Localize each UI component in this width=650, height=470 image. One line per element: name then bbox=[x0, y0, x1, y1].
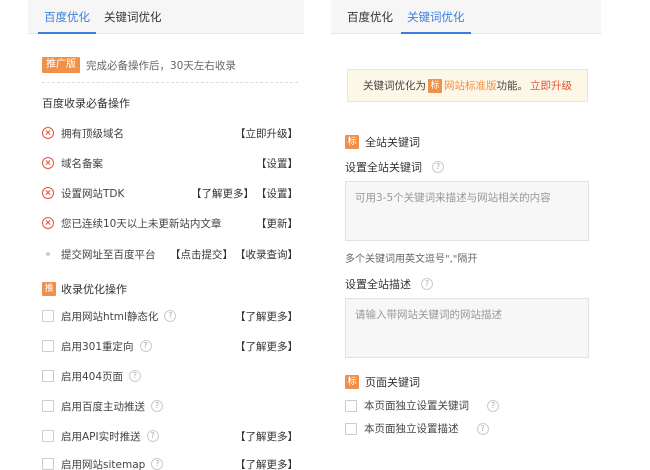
site-keywords-input[interactable]: 可用3-5个关键词来描述与网站相关的内容 bbox=[345, 181, 589, 241]
standard-edition-text: 网站标准版 bbox=[444, 80, 497, 92]
optimize-item-label: 启用301重定向 bbox=[61, 340, 134, 353]
required-item: 提交网址至百度平台 【点击提交】 【收录查询】 bbox=[42, 245, 298, 263]
optimize-item-label: 启用网站sitemap bbox=[61, 458, 146, 470]
page-desc-option: 本页面独立设置描述 ? bbox=[345, 421, 489, 436]
divider bbox=[42, 82, 298, 83]
required-item-label: 域名备案 bbox=[61, 157, 103, 170]
help-icon[interactable]: ? bbox=[139, 340, 152, 352]
page-keywords-section-title: 标 页面关键词 bbox=[345, 374, 420, 390]
promo-square-badge: 推 bbox=[42, 282, 56, 296]
help-icon[interactable]: ? bbox=[151, 400, 163, 412]
help-icon[interactable]: ? bbox=[421, 278, 433, 290]
site-keywords-title-text: 全站关键词 bbox=[365, 136, 420, 149]
optimize-item-label: 启用API实时推送 bbox=[61, 430, 141, 443]
required-item: 您已连续10天以上未更新站内文章 【更新】 bbox=[42, 214, 298, 232]
index-query-link[interactable]: 【收录查询】 bbox=[235, 247, 298, 262]
standard-badge: 标 bbox=[345, 135, 359, 149]
error-icon bbox=[42, 217, 54, 229]
promo-text: 完成必备操作后，30天左右收录 bbox=[86, 59, 236, 72]
tab-keyword-optimize[interactable]: 关键词优化 bbox=[401, 0, 471, 34]
notice-prefix: 关键词优化为 bbox=[363, 80, 426, 92]
tab-keyword-optimize[interactable]: 关键词优化 bbox=[98, 0, 168, 33]
help-icon[interactable]: ? bbox=[151, 458, 164, 470]
keyword-optimize-panel: 百度优化 关键词优化 关键词优化为 标 网站标准版 功能。 立即升级 标 全站关… bbox=[331, 0, 601, 470]
help-icon[interactable]: ? bbox=[487, 399, 499, 412]
required-item-label: 您已连续10天以上未更新站内文章 bbox=[61, 217, 222, 230]
checkbox[interactable] bbox=[42, 370, 54, 382]
learn-more-link[interactable]: 【了解更多】 bbox=[235, 429, 298, 444]
set-tdk-link[interactable]: 【设置】 bbox=[256, 186, 298, 201]
standard-badge: 标 bbox=[345, 375, 359, 389]
required-item-label: 设置网站TDK bbox=[61, 187, 125, 200]
checkbox[interactable] bbox=[42, 458, 54, 470]
site-keywords-label: 设置全站关键词 ? bbox=[345, 159, 444, 175]
error-icon bbox=[42, 187, 54, 199]
checkbox[interactable] bbox=[42, 310, 54, 322]
optimize-section-title: 推 收录优化操作 bbox=[42, 281, 127, 297]
upgrade-now-link[interactable]: 【立即升级】 bbox=[235, 126, 298, 141]
tab-baidu-optimize[interactable]: 百度优化 bbox=[341, 0, 399, 33]
upgrade-notice: 关键词优化为 标 网站标准版 功能。 立即升级 bbox=[347, 69, 588, 102]
page-keywords-title-text: 页面关键词 bbox=[365, 376, 420, 389]
page-keywords-option-label: 本页面独立设置关键词 bbox=[364, 400, 469, 412]
error-icon bbox=[42, 127, 54, 139]
required-item: 拥有顶级域名 【立即升级】 bbox=[42, 124, 298, 142]
learn-more-link[interactable]: 【了解更多】 bbox=[235, 309, 298, 324]
checkbox[interactable] bbox=[42, 430, 54, 442]
checkbox[interactable] bbox=[345, 399, 357, 412]
required-item: 域名备案 【设置】 bbox=[42, 154, 298, 172]
checkbox[interactable] bbox=[42, 400, 54, 412]
learn-more-link[interactable]: 【了解更多】 bbox=[235, 339, 298, 354]
optimize-item: 启用百度主动推送 ? bbox=[42, 397, 298, 415]
update-link[interactable]: 【更新】 bbox=[256, 216, 298, 231]
promo-badge: 推广版 bbox=[42, 57, 80, 73]
site-keywords-section-title: 标 全站关键词 bbox=[345, 134, 420, 150]
tab-bar: 百度优化 关键词优化 bbox=[331, 0, 601, 34]
required-item-label: 提交网址至百度平台 bbox=[61, 248, 156, 261]
error-icon bbox=[42, 157, 54, 169]
baidu-optimize-panel: 百度优化 关键词优化 推广版 完成必备操作后，30天左右收录 百度收录必备操作 … bbox=[28, 0, 304, 470]
required-item-label: 拥有顶级域名 bbox=[61, 127, 124, 140]
required-item: 设置网站TDK 【了解更多】 【设置】 bbox=[42, 184, 298, 202]
site-desc-label: 设置全站描述 ? bbox=[345, 276, 433, 292]
keywords-hint: 多个关键词用英文逗号","隔开 bbox=[345, 254, 478, 265]
page-desc-option-label: 本页面独立设置描述 bbox=[364, 423, 459, 435]
standard-badge: 标 bbox=[428, 78, 442, 93]
bullet-dot-icon bbox=[46, 252, 50, 256]
optimize-title-text: 收录优化操作 bbox=[61, 283, 127, 296]
tab-bar: 百度优化 关键词优化 bbox=[28, 0, 304, 34]
optimize-item: 启用网站sitemap ? 【了解更多】 bbox=[42, 455, 298, 470]
site-desc-input[interactable]: 请输入带网站关键词的网站描述 bbox=[345, 298, 589, 358]
optimize-item: 启用301重定向 ? 【了解更多】 bbox=[42, 337, 298, 355]
optimize-item: 启用API实时推送 ? 【了解更多】 bbox=[42, 427, 298, 445]
help-icon[interactable]: ? bbox=[476, 422, 489, 435]
learn-more-link[interactable]: 【了解更多】 bbox=[191, 186, 254, 201]
promo-banner: 推广版 完成必备操作后，30天左右收录 bbox=[42, 57, 236, 73]
learn-more-link[interactable]: 【了解更多】 bbox=[235, 457, 298, 470]
optimize-item: 启用网站html静态化 ? 【了解更多】 bbox=[42, 307, 298, 325]
site-keywords-label-text: 设置全站关键词 bbox=[345, 161, 422, 174]
optimize-item-label: 启用404页面 bbox=[61, 370, 124, 383]
notice-suffix: 功能。 bbox=[496, 80, 529, 92]
tab-baidu-optimize[interactable]: 百度优化 bbox=[38, 0, 96, 34]
set-icp-link[interactable]: 【设置】 bbox=[256, 156, 298, 171]
site-desc-label-text: 设置全站描述 bbox=[345, 278, 411, 291]
checkbox[interactable] bbox=[345, 422, 357, 435]
optimize-item-label: 启用百度主动推送 bbox=[61, 400, 145, 413]
help-icon[interactable]: ? bbox=[146, 430, 159, 442]
help-icon[interactable]: ? bbox=[432, 161, 444, 173]
submit-url-link[interactable]: 【点击提交】 bbox=[170, 247, 233, 262]
optimize-item-label: 启用网站html静态化 bbox=[61, 310, 159, 323]
checkbox[interactable] bbox=[42, 340, 54, 352]
help-icon[interactable]: ? bbox=[164, 310, 177, 322]
required-section-title: 百度收录必备操作 bbox=[42, 97, 130, 110]
optimize-item: 启用404页面 ? bbox=[42, 367, 298, 385]
upgrade-now-link[interactable]: 立即升级 bbox=[530, 78, 572, 93]
page-keywords-option: 本页面独立设置关键词 ? bbox=[345, 398, 499, 413]
help-icon[interactable]: ? bbox=[129, 370, 142, 382]
